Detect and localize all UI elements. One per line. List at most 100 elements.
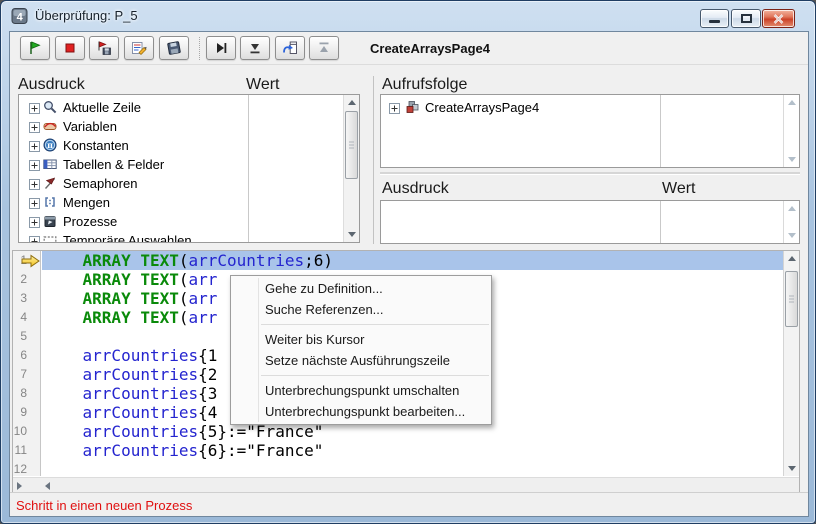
- scroll-right-icon[interactable]: [17, 482, 22, 490]
- editor-vertical-scrollbar[interactable]: [783, 251, 799, 476]
- flag-icon: [43, 176, 57, 190]
- code-token: ARRAY TEXT: [83, 270, 179, 289]
- expand-toggle-icon[interactable]: [29, 234, 40, 243]
- code-token: arrCountries: [83, 365, 199, 384]
- custom-watch-panel[interactable]: [380, 200, 800, 244]
- no-trace-button[interactable]: [20, 36, 50, 60]
- watch-scrollbar-thumb[interactable]: [345, 111, 358, 179]
- toolbar-separator: [199, 37, 200, 60]
- editor-gutter[interactable]: 123456789101112: [13, 251, 41, 476]
- step-over-button[interactable]: [206, 36, 236, 60]
- line-number[interactable]: 9: [13, 403, 40, 422]
- panel-splitter-vertical[interactable]: [373, 76, 374, 244]
- tree-item-label: Mengen: [63, 195, 110, 210]
- step-out-button[interactable]: [309, 36, 339, 60]
- line-number[interactable]: 7: [13, 365, 40, 384]
- code-token: {3: [198, 384, 217, 403]
- line-number[interactable]: 10: [13, 422, 40, 441]
- edit-pencil-icon: [131, 40, 147, 56]
- code-token: (: [179, 308, 189, 327]
- app-icon: 4: [11, 7, 29, 25]
- editor-scrollbar-thumb[interactable]: [785, 271, 798, 327]
- red-flag-save-icon: [96, 40, 112, 56]
- code-token: ARRAY TEXT: [83, 289, 179, 308]
- menu-item-suche-referenzen[interactable]: Suche Referenzen...: [231, 299, 491, 320]
- save-settings-button[interactable]: [159, 36, 189, 60]
- close-icon: [772, 13, 785, 25]
- menu-separator: [261, 375, 489, 376]
- step-into-process-button[interactable]: [275, 36, 305, 60]
- menu-item-unterbrechungspunkt-umschalten[interactable]: Unterbrechungspunkt umschalten: [231, 380, 491, 401]
- debugger-window: 4 Überprüfung: P_5: [0, 0, 816, 524]
- edit-method-button[interactable]: [124, 36, 154, 60]
- line-number[interactable]: 1: [13, 251, 40, 270]
- expand-toggle-icon[interactable]: [29, 139, 40, 150]
- abort-and-edit-button[interactable]: [89, 36, 119, 60]
- call-chain-header: Aufrufsfolge: [382, 76, 467, 94]
- expand-toggle-icon[interactable]: [29, 215, 40, 226]
- custom-watch-scrollbar[interactable]: [783, 201, 799, 243]
- scroll-down-icon[interactable]: [788, 233, 796, 238]
- expand-toggle-icon[interactable]: [29, 120, 40, 131]
- expand-toggle-icon[interactable]: [29, 101, 40, 112]
- scroll-down-icon[interactable]: [788, 466, 796, 471]
- custom-watch-divider[interactable]: [660, 201, 661, 243]
- line-number[interactable]: 3: [13, 289, 40, 308]
- scroll-down-icon[interactable]: [348, 232, 356, 237]
- abort-button[interactable]: [55, 36, 85, 60]
- line-number[interactable]: 2: [13, 270, 40, 289]
- watch-value-header: Wert: [246, 76, 279, 94]
- watch-tree-panel[interactable]: Aktuelle Zeile VariablenπKonstanten Tabell…: [18, 94, 360, 243]
- step-into-button[interactable]: [240, 36, 270, 60]
- tree-item-label: Aktuelle Zeile: [63, 100, 141, 115]
- tree-item-konstanten[interactable]: πKonstanten: [19, 136, 359, 155]
- tree-item-createarrayspage4[interactable]: CreateArraysPage4: [381, 98, 799, 117]
- expand-toggle-icon[interactable]: [29, 158, 40, 169]
- code-token: ;6): [304, 251, 333, 270]
- line-number[interactable]: 4: [13, 308, 40, 327]
- call-chain-panel[interactable]: CreateArraysPage4: [380, 94, 800, 168]
- maximize-button[interactable]: [731, 9, 761, 28]
- tree-item-temporäre-auswahlen[interactable]: Temporäre Auswahlen: [19, 231, 359, 243]
- scroll-up-icon[interactable]: [788, 100, 796, 105]
- menu-item-unterbrechungspunkt-bearbeiten[interactable]: Unterbrechungspunkt bearbeiten...: [231, 401, 491, 422]
- editor-horizontal-scrollbar[interactable]: [13, 477, 799, 493]
- watch-expression-header: Ausdruck: [18, 76, 85, 94]
- step-into-icon: [247, 40, 263, 56]
- code-line-11[interactable]: arrCountries{6}:="France": [42, 441, 783, 460]
- code-token: [44, 289, 83, 308]
- panel-splitter-horizontal[interactable]: [380, 172, 800, 175]
- line-number[interactable]: 5: [13, 327, 40, 346]
- minimize-button[interactable]: [700, 9, 729, 28]
- expand-toggle-icon[interactable]: [29, 196, 40, 207]
- line-number[interactable]: 11: [13, 441, 40, 460]
- tree-item-mengen[interactable]: Mengen: [19, 193, 359, 212]
- tree-item-label: Tabellen & Felder: [63, 157, 164, 172]
- code-line-1[interactable]: ARRAY TEXT(arrCountries;6): [42, 251, 783, 270]
- tree-item-label: Prozesse: [63, 214, 117, 229]
- line-number[interactable]: 6: [13, 346, 40, 365]
- scroll-up-icon[interactable]: [348, 100, 356, 105]
- titlebar[interactable]: 4 Überprüfung: P_5: [1, 1, 815, 31]
- expand-toggle-icon[interactable]: [29, 177, 40, 188]
- scroll-left-icon[interactable]: [45, 482, 50, 490]
- tree-item-tabellen-felder[interactable]: Tabellen & Felder: [19, 155, 359, 174]
- tree-item-aktuelle-zeile[interactable]: Aktuelle Zeile: [19, 98, 359, 117]
- scroll-up-icon[interactable]: [788, 206, 796, 211]
- tree-item-semaphoren[interactable]: Semaphoren: [19, 174, 359, 193]
- scroll-down-icon[interactable]: [788, 157, 796, 162]
- expand-toggle-icon[interactable]: [389, 101, 400, 112]
- menu-item-weiter-bis-kursor[interactable]: Weiter bis Kursor: [231, 329, 491, 350]
- tree-item-variablen[interactable]: Variablen: [19, 117, 359, 136]
- code-token: arrCountries: [83, 384, 199, 403]
- menu-item-gehe-zu-definition[interactable]: Gehe zu Definition...: [231, 278, 491, 299]
- call-chain-scrollbar[interactable]: [783, 95, 799, 167]
- code-line-12[interactable]: [42, 460, 783, 476]
- scroll-up-icon[interactable]: [788, 256, 796, 261]
- menu-item-setze-nächste-ausführungszeile[interactable]: Setze nächste Ausführungszeile: [231, 350, 491, 371]
- close-button[interactable]: [762, 9, 795, 28]
- step-into-process-icon: [282, 40, 298, 56]
- tree-item-prozesse[interactable]: Prozesse: [19, 212, 359, 231]
- line-number[interactable]: 8: [13, 384, 40, 403]
- watch-scrollbar[interactable]: [343, 95, 359, 242]
